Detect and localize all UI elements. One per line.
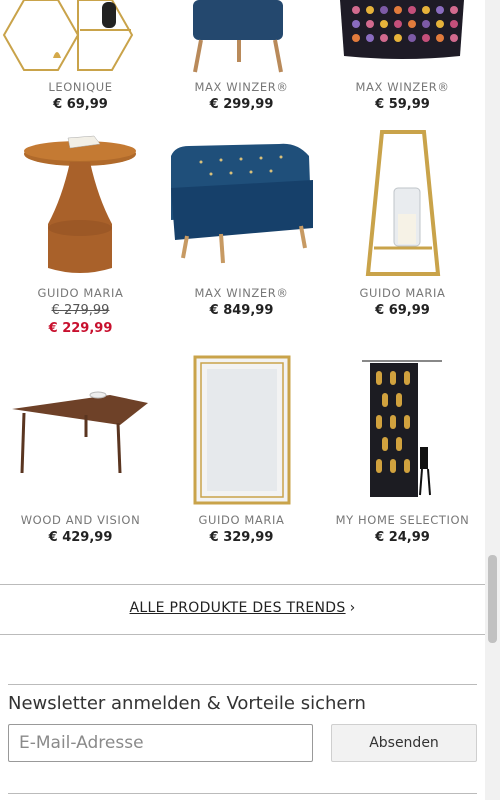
product-card-max-winzer-cushion[interactable]: MAX WINZER® € 59,99 [322,0,483,120]
product-price: € 24,99 [375,530,430,545]
newsletter-submit-button[interactable]: Absenden [331,724,477,762]
product-sale-price: € 229,99 [48,321,113,336]
gold-dot-curtain-image[interactable] [322,355,483,505]
chevron-right-icon: › [349,600,356,616]
product-price: € 329,99 [209,530,274,545]
divider [0,584,485,585]
blue-chair-image[interactable] [161,0,322,75]
product-brand: WOOD AND VISION [20,513,141,527]
gold-frame-mirror-image[interactable] [161,355,322,505]
product-price: € 69,99 [53,97,108,112]
product-price: € 429,99 [48,530,113,545]
product-card-my-home-selection-curtain[interactable]: MY HOME SELECTION € 24,99 [322,355,483,550]
product-page: LEONIQUE € 69,99 MAX WINZER® € 299,99 MA… [0,0,485,800]
product-brand: MAX WINZER® [355,80,450,94]
wooden-coffee-table-image[interactable] [0,355,161,505]
product-card-max-winzer-sofa[interactable]: MAX WINZER® € 849,99 [161,128,322,343]
product-brand: MAX WINZER® [194,80,289,94]
product-price: € 849,99 [209,303,274,318]
divider [0,634,485,635]
product-card-max-winzer-chair[interactable]: MAX WINZER® € 299,99 [161,0,322,120]
copper-side-table-image[interactable] [0,128,161,278]
blue-velvet-sofa-image[interactable] [161,128,322,278]
product-brand: GUIDO MARIA [37,286,124,300]
product-brand: GUIDO MARIA [198,513,285,527]
product-price: € 299,99 [209,97,274,112]
newsletter-divider-top [8,684,477,685]
gold-lantern-image[interactable] [322,128,483,278]
all-trend-products-label: ALLE PRODUKTE DES TRENDS [129,600,346,616]
product-card-guido-maria-lantern[interactable]: GUIDO MARIA € 69,99 [322,128,483,343]
dotted-cushion-image[interactable] [322,0,483,75]
product-brand: MAX WINZER® [194,286,289,300]
newsletter-title: Newsletter anmelden & Vorteile sichern [8,693,366,714]
product-card-leonique-shelf[interactable]: LEONIQUE € 69,99 [0,0,161,120]
product-price: € 59,99 [375,97,430,112]
product-price: € 69,99 [375,303,430,318]
all-trend-products-link[interactable]: ALLE PRODUKTE DES TRENDS › [0,600,485,616]
product-brand: MY HOME SELECTION [335,513,470,527]
hexagon-shelf-image[interactable] [0,0,161,75]
product-card-guido-maria-mirror[interactable]: GUIDO MARIA € 329,99 [161,355,322,550]
product-card-wood-and-vision-table[interactable]: WOOD AND VISION € 429,99 [0,355,161,550]
product-brand: LEONIQUE [48,80,113,94]
product-old-price: € 279,99 [51,303,110,318]
scrollbar-thumb[interactable] [488,555,497,643]
newsletter-divider-bottom [8,793,477,794]
product-brand: GUIDO MARIA [359,286,446,300]
product-card-guido-maria-side-table[interactable]: GUIDO MARIA € 279,99 € 229,99 [0,128,161,343]
newsletter-email-input[interactable] [8,724,313,762]
vertical-scrollbar[interactable] [485,0,500,800]
